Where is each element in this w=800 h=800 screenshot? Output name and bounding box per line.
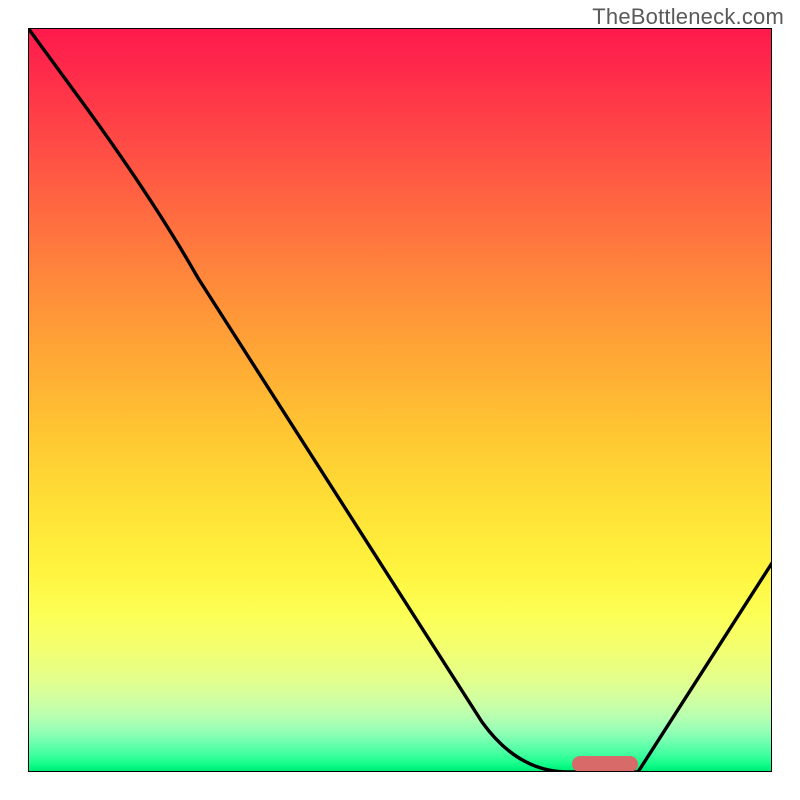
bottleneck-curve-path	[28, 28, 772, 772]
chart-plot-area	[28, 28, 772, 772]
chart-curve-svg	[28, 28, 772, 772]
watermark-text: TheBottleneck.com	[592, 4, 784, 30]
optimal-marker	[572, 756, 638, 772]
